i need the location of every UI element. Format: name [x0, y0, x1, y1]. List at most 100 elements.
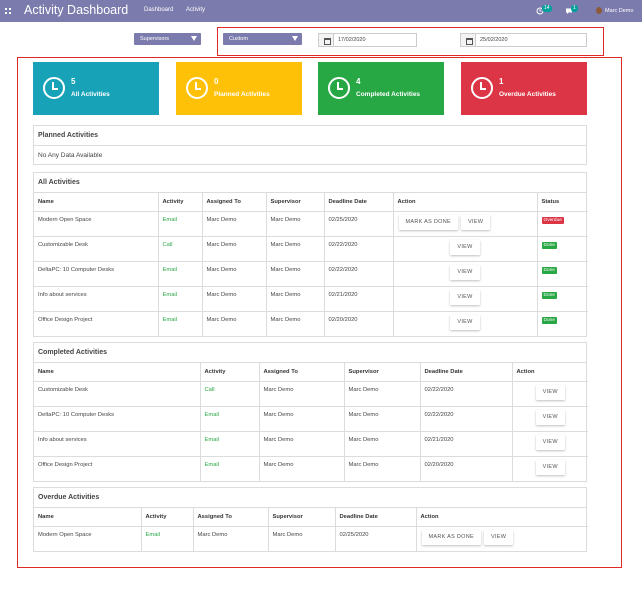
- summary-card[interactable]: 5 All Activities: [33, 62, 159, 115]
- row-assigned-to: Marc Demo: [259, 406, 345, 432]
- summary-card[interactable]: 1 Overdue Activities: [461, 62, 587, 115]
- view-button[interactable]: VIEW: [450, 264, 480, 280]
- row-name: Customizable Desk: [34, 236, 159, 262]
- date-from-input[interactable]: 17/02/2020: [334, 33, 417, 47]
- planned-activities-title: Planned Activities: [34, 126, 586, 146]
- row-status: Done: [537, 261, 588, 287]
- view-button[interactable]: VIEW: [483, 529, 514, 545]
- card-label: Overdue Activities: [499, 91, 556, 98]
- clock-icon: [43, 77, 65, 99]
- planned-activities-panel: Planned Activities No Any Data Available: [33, 125, 587, 165]
- row-name: DeltaPC: 10 Computer Desks: [34, 261, 159, 287]
- row-status: Done: [537, 286, 588, 312]
- table-row: Info about services Email Marc Demo Marc De…: [34, 286, 588, 312]
- row-deadline: 02/21/2020: [324, 286, 394, 312]
- calendar-icon[interactable]: [460, 33, 476, 47]
- row-supervisor: Marc Demo: [344, 406, 421, 432]
- column-header: Name: [34, 363, 201, 382]
- row-name: DeltaPC: 10 Computer Desks: [34, 406, 201, 432]
- all-activities-panel: All Activities Name Activity Assigned To Su…: [33, 172, 588, 337]
- overdue-activities-title: Overdue Activities: [34, 488, 586, 508]
- row-activity-type: Email: [158, 261, 203, 287]
- row-activity-type: Email: [158, 286, 203, 312]
- row-supervisor: Marc Demo: [266, 311, 325, 336]
- row-activity-type: Call: [158, 236, 203, 262]
- view-button[interactable]: VIEW: [535, 409, 565, 425]
- apps-menu-icon[interactable]: [5, 8, 11, 14]
- mark-as-done-button[interactable]: MARK AS DONE: [421, 529, 481, 545]
- view-button[interactable]: VIEW: [450, 239, 480, 255]
- row-assigned-to: Marc Demo: [259, 456, 345, 481]
- column-header: Supervisor: [268, 508, 336, 527]
- row-deadline: 02/22/2020: [324, 236, 394, 262]
- clock-icon: [471, 77, 493, 99]
- row-actions: MARK AS DONE VIEW: [393, 211, 538, 237]
- mark-as-done-button[interactable]: MARK AS DONE: [398, 214, 458, 230]
- table-row: Modern Open Space Email Marc Demo Marc Demo…: [34, 526, 588, 551]
- avatar[interactable]: [596, 7, 602, 14]
- row-activity-type: Email: [158, 211, 203, 237]
- date-to-field[interactable]: 25/02/2020: [460, 33, 587, 47]
- clock-icon: [186, 77, 208, 99]
- card-label: Completed Activities: [356, 91, 421, 98]
- group-by-select[interactable]: Supervisors: [134, 33, 201, 45]
- table-row: DeltaPC: 10 Computer Desks Email Marc Demo…: [34, 261, 588, 287]
- column-header: Action: [512, 363, 588, 382]
- date-to-input[interactable]: 25/02/2020: [476, 33, 587, 47]
- overdue-activities-panel: Overdue Activities Name Activity Assigned …: [33, 487, 588, 552]
- view-button[interactable]: VIEW: [460, 214, 491, 230]
- row-supervisor: Marc Demo: [344, 381, 421, 407]
- view-button[interactable]: VIEW: [535, 384, 565, 400]
- table-row: Customizable Desk Call Marc Demo Marc Demo 0…: [34, 236, 588, 262]
- activity-count-badge: 14: [542, 5, 552, 12]
- view-button[interactable]: VIEW: [535, 434, 565, 450]
- card-count: 0: [214, 77, 219, 86]
- row-actions: VIEW: [393, 236, 538, 262]
- row-deadline: 02/22/2020: [420, 406, 513, 432]
- row-actions: MARK AS DONE VIEW: [416, 526, 588, 551]
- menu-dashboard[interactable]: Dashboard: [144, 7, 173, 13]
- row-deadline: 02/22/2020: [324, 261, 394, 287]
- row-actions: VIEW: [393, 311, 538, 336]
- card-label: Planned Activities: [214, 91, 270, 98]
- row-actions: VIEW: [393, 261, 538, 287]
- row-deadline: 02/25/2020: [324, 211, 394, 237]
- column-header: Action: [416, 508, 588, 527]
- row-deadline: 02/20/2020: [420, 456, 513, 481]
- column-header: Name: [34, 193, 159, 212]
- top-navbar: Activity Dashboard Dashboard Activity 14…: [0, 0, 642, 22]
- status-badge: Done: [541, 316, 557, 324]
- row-name: Office Design Project: [34, 311, 159, 336]
- column-header: Assigned To: [259, 363, 345, 382]
- summary-card[interactable]: 4 Completed Activities: [318, 62, 444, 115]
- row-status: Done: [537, 236, 588, 262]
- view-button[interactable]: VIEW: [450, 289, 480, 305]
- date-from-field[interactable]: 17/02/2020: [318, 33, 417, 47]
- row-status: Done: [537, 311, 588, 336]
- user-name[interactable]: Marc Demo: [605, 8, 633, 14]
- row-actions: VIEW: [512, 456, 588, 481]
- row-assigned-to: Marc Demo: [202, 211, 267, 237]
- column-header: Status: [537, 193, 588, 212]
- row-status: Overdue: [537, 211, 588, 237]
- row-activity-type: Email: [158, 311, 203, 336]
- row-assigned-to: Marc Demo: [259, 381, 345, 407]
- card-count: 1: [499, 77, 504, 86]
- row-deadline: 02/22/2020: [420, 381, 513, 407]
- column-header: Deadline Date: [420, 363, 513, 382]
- summary-card[interactable]: 0 Planned Activities: [176, 62, 302, 115]
- row-assigned-to: Marc Demo: [259, 431, 345, 457]
- row-name: Info about services: [34, 286, 159, 312]
- row-activity-type: Email: [200, 431, 260, 457]
- row-supervisor: Marc Demo: [266, 236, 325, 262]
- view-button[interactable]: VIEW: [450, 314, 480, 330]
- calendar-icon[interactable]: [318, 33, 334, 47]
- row-actions: VIEW: [512, 406, 588, 432]
- table-row: Office Design Project Email Marc Demo Marc …: [34, 311, 588, 336]
- card-label: All Activities: [71, 91, 110, 98]
- menu-activity[interactable]: Activity: [186, 7, 205, 13]
- row-supervisor: Marc Demo: [266, 261, 325, 287]
- view-button[interactable]: VIEW: [535, 459, 565, 475]
- overdue-activities-table: Name Activity Assigned To Supervisor Deadlin…: [34, 508, 588, 551]
- period-select[interactable]: Custom: [223, 33, 302, 45]
